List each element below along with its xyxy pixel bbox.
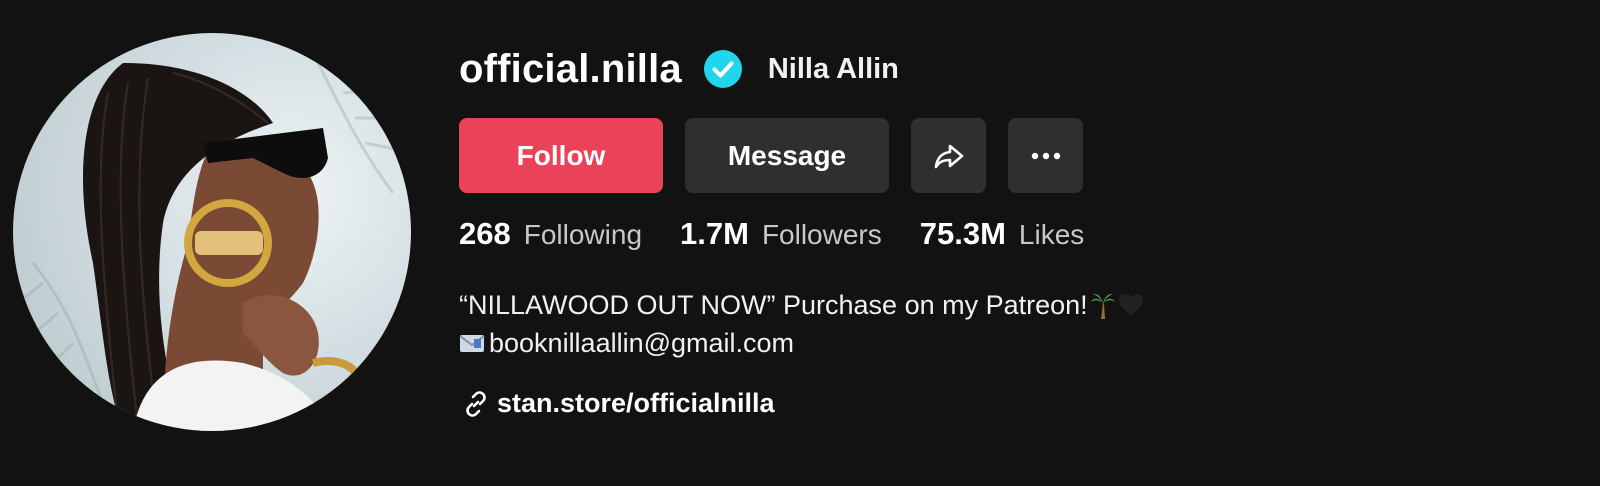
follow-button[interactable]: Follow — [459, 118, 663, 193]
verified-badge-icon — [703, 50, 742, 88]
profile-link[interactable]: stan.store/officialnilla — [463, 388, 775, 419]
avatar[interactable] — [13, 33, 411, 431]
bio-email: booknillaallin@gmail.com — [489, 328, 795, 358]
envelope-icon — [459, 335, 485, 352]
bio-text: “NILLAWOOD OUT NOW” Purchase on my Patre… — [459, 290, 1088, 320]
following-count: 268 — [459, 216, 511, 251]
followers-count: 1.7M — [680, 216, 749, 251]
share-button[interactable] — [911, 118, 986, 193]
profile-actions: Follow Message — [459, 118, 1105, 193]
black-heart-icon — [1118, 294, 1143, 315]
bio-line-1: “NILLAWOOD OUT NOW” Purchase on my Patre… — [459, 286, 1144, 324]
stat-followers[interactable]: 1.7M Followers — [680, 216, 882, 252]
display-name: Nilla Allin — [767, 53, 899, 85]
likes-label: Likes — [1018, 219, 1085, 250]
likes-count: 75.3M — [919, 216, 1006, 251]
stat-likes: 75.3M Likes — [920, 216, 1085, 252]
palm-tree-icon — [1090, 293, 1115, 319]
profile-stats: 268 Following 1.7M Followers 75.3M Likes — [459, 216, 1122, 252]
stat-following[interactable]: 268 Following — [459, 216, 642, 252]
bio-line-2: booknillaallin@gmail.com — [459, 324, 1144, 362]
avatar-image — [17, 52, 406, 431]
followers-label: Followers — [761, 219, 882, 250]
message-button[interactable]: Message — [685, 118, 889, 193]
bio: “NILLAWOOD OUT NOW” Purchase on my Patre… — [459, 286, 1144, 362]
link-icon — [466, 390, 486, 417]
link-text: stan.store/officialnilla — [497, 388, 775, 418]
profile-info: official.nilla Nilla Allin Follow Messag… — [459, 0, 1559, 486]
profile-title-row: official.nilla Nilla Allin — [459, 42, 899, 96]
more-dots-icon — [1031, 152, 1060, 159]
more-options-button[interactable] — [1008, 118, 1083, 193]
following-label: Following — [523, 219, 643, 250]
share-arrow-icon — [934, 144, 963, 168]
username: official.nilla — [459, 47, 682, 91]
